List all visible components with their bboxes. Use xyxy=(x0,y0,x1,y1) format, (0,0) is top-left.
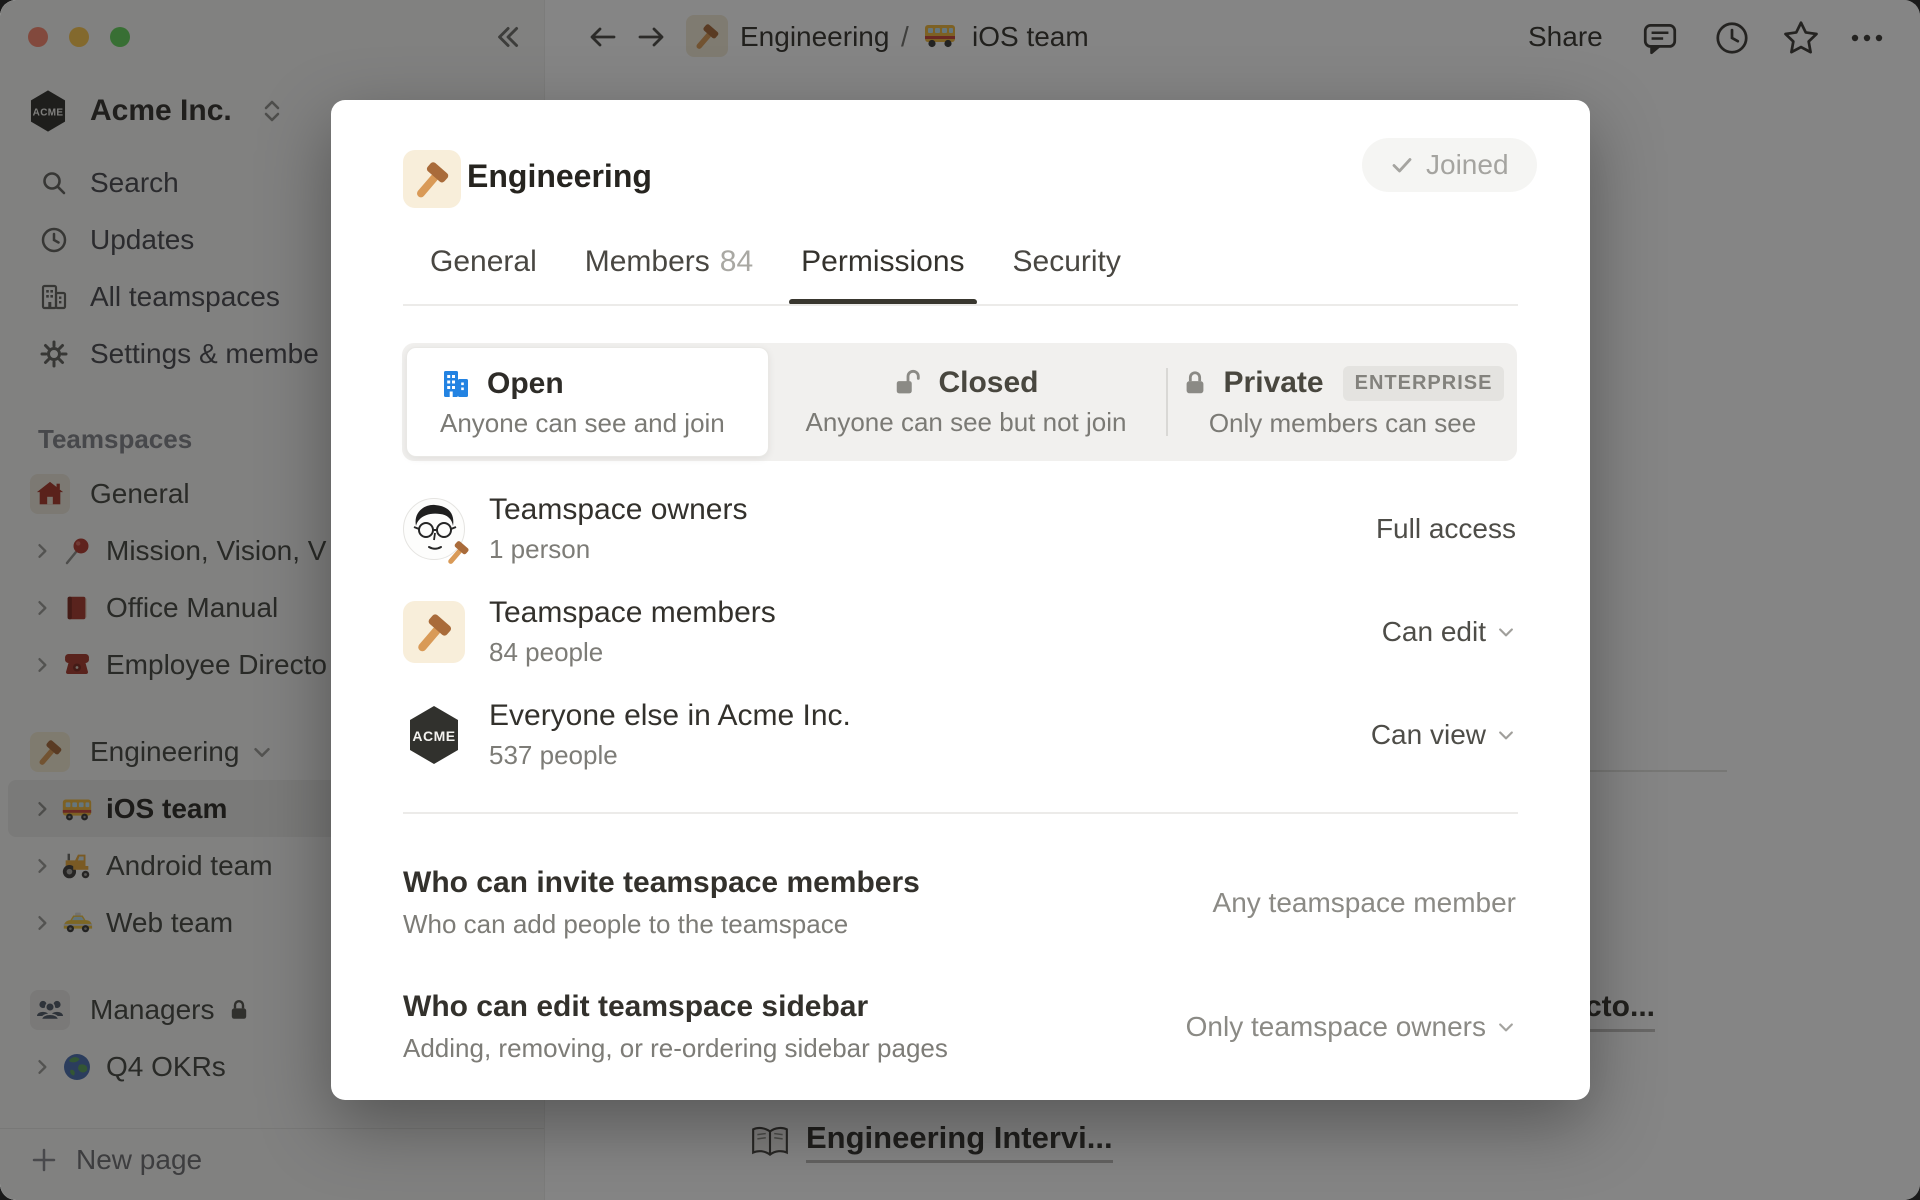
chevron-down-icon xyxy=(1496,622,1516,642)
acme-avatar: ACME xyxy=(403,704,465,766)
check-icon xyxy=(1390,153,1414,177)
enterprise-badge: ENTERPRISE xyxy=(1343,366,1505,401)
access-level-control: Open Anyone can see and join Closed Anyo… xyxy=(402,343,1517,461)
invite-value[interactable]: Any teamspace member xyxy=(1213,887,1516,919)
access-option-closed[interactable]: Closed Anyone can see but not join xyxy=(769,343,1163,461)
row-title: Teamspace owners xyxy=(489,493,747,527)
owners-access-value: Full access xyxy=(1376,513,1516,545)
lock-icon xyxy=(1181,369,1209,397)
setting-subtitle: Adding, removing, or re-ordering sidebar… xyxy=(403,1033,948,1064)
row-title: Everyone else in Acme Inc. xyxy=(489,699,851,733)
hammer-icon xyxy=(412,159,452,199)
tab-label: General xyxy=(430,245,537,279)
chevron-down-icon xyxy=(1496,1017,1516,1037)
access-closed-subtitle: Anyone can see but not join xyxy=(806,407,1127,438)
row-subtitle: 84 people xyxy=(489,637,776,668)
tab-security[interactable]: Security xyxy=(1013,245,1121,305)
row-subtitle: 1 person xyxy=(489,534,747,565)
access-open-title: Open xyxy=(487,367,564,401)
chevron-down-icon xyxy=(1496,725,1516,745)
access-label: Full access xyxy=(1376,513,1516,545)
row-title: Teamspace members xyxy=(489,596,776,630)
setting-title: Who can edit teamspace sidebar xyxy=(403,990,948,1024)
members-access-dropdown[interactable]: Can edit xyxy=(1382,616,1516,648)
teamspace-settings-modal: Engineering Joined General Members 84 Per… xyxy=(331,100,1590,1100)
setting-invite-members: Who can invite teamspace members Who can… xyxy=(403,866,1516,940)
row-everyone-else: ACME Everyone else in Acme Inc. 537 peop… xyxy=(403,683,1516,786)
row-teamspace-members: Teamspace members 84 people Can edit xyxy=(403,580,1516,683)
access-label: Can edit xyxy=(1382,616,1486,648)
teamspace-settings-list: Who can invite teamspace members Who can… xyxy=(403,866,1516,1114)
setting-edit-sidebar: Who can edit teamspace sidebar Adding, r… xyxy=(403,990,1516,1064)
access-open-subtitle: Anyone can see and join xyxy=(440,408,768,439)
permission-rows: Teamspace owners 1 person Full access Te… xyxy=(403,477,1516,786)
tabs-divider xyxy=(403,304,1518,306)
setting-value-label: Any teamspace member xyxy=(1213,887,1516,919)
row-teamspace-owners: Teamspace owners 1 person Full access xyxy=(403,477,1516,580)
setting-title: Who can invite teamspace members xyxy=(403,866,920,900)
access-closed-title: Closed xyxy=(938,366,1038,400)
unlock-icon xyxy=(893,368,923,398)
access-private-subtitle: Only members can see xyxy=(1209,408,1476,439)
teamspace-icon-tile xyxy=(403,150,461,208)
joined-button[interactable]: Joined xyxy=(1362,138,1537,192)
joined-label: Joined xyxy=(1426,149,1509,181)
members-avatar xyxy=(403,601,465,663)
hammer-icon xyxy=(445,539,471,565)
svg-text:ACME: ACME xyxy=(412,728,455,744)
building-blue-icon xyxy=(440,368,472,400)
tab-general[interactable]: General xyxy=(430,245,537,305)
members-count: 84 xyxy=(720,245,753,279)
tab-label: Security xyxy=(1013,245,1121,279)
edit-sidebar-dropdown[interactable]: Only teamspace owners xyxy=(1186,1011,1516,1043)
row-subtitle: 537 people xyxy=(489,740,851,771)
modal-title: Engineering xyxy=(467,158,652,195)
access-label: Can view xyxy=(1371,719,1486,751)
setting-value-label: Only teamspace owners xyxy=(1186,1011,1486,1043)
access-option-private[interactable]: Private ENTERPRISE Only members can see xyxy=(1168,343,1517,461)
hammer-icon xyxy=(413,611,455,653)
modal-tabs: General Members 84 Permissions Security xyxy=(430,245,1121,305)
tab-permissions[interactable]: Permissions xyxy=(801,245,964,305)
tab-label: Permissions xyxy=(801,245,964,279)
setting-subtitle: Who can add people to the teamspace xyxy=(403,909,920,940)
notion-window: ACME Acme Inc. Search Updates All teamsp… xyxy=(0,0,1920,1200)
access-option-open[interactable]: Open Anyone can see and join xyxy=(406,347,769,457)
tab-label: Members xyxy=(585,245,710,279)
everyone-access-dropdown[interactable]: Can view xyxy=(1371,719,1516,751)
owner-avatar xyxy=(403,498,465,560)
tab-members[interactable]: Members 84 xyxy=(585,245,753,305)
access-private-title: Private xyxy=(1224,366,1324,400)
section-divider xyxy=(403,812,1518,814)
acme-logo-icon: ACME xyxy=(405,704,463,766)
